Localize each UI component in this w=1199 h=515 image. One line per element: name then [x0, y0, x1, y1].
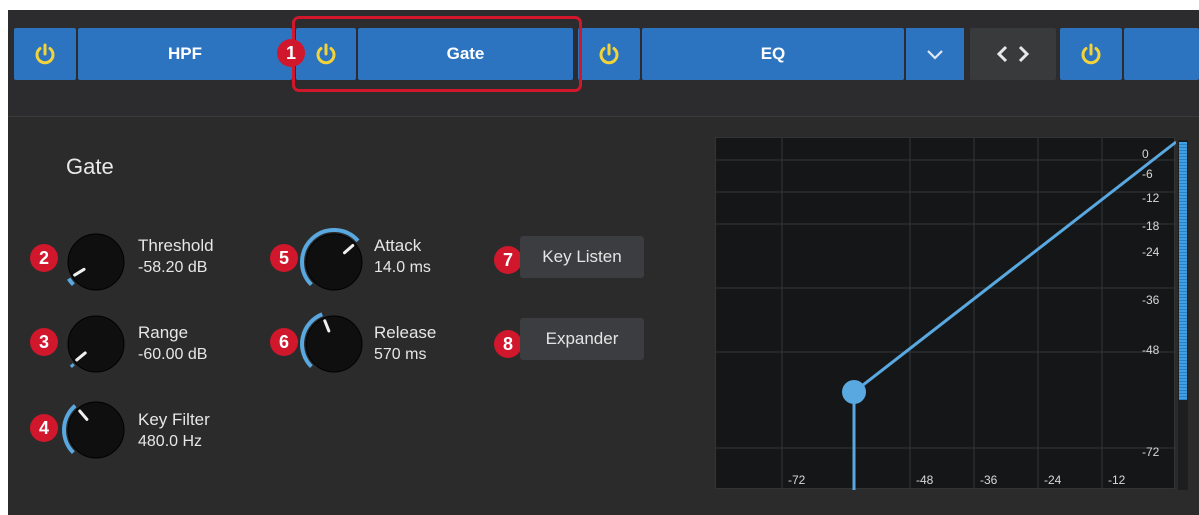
x-tick-label: -24 — [1044, 473, 1062, 487]
expander-button[interactable]: Expander — [520, 318, 644, 360]
gate-tab-highlight — [292, 16, 582, 92]
y-tick-label: -36 — [1142, 293, 1160, 307]
callout-badge: 6 — [270, 328, 298, 356]
x-tick-label: -72 — [788, 473, 806, 487]
callout-badge: 3 — [30, 328, 58, 356]
section-title: Gate — [66, 154, 114, 179]
knob-level-arc — [67, 277, 75, 287]
key-listen-button[interactable]: Key Listen — [520, 236, 644, 278]
x-tick-label: -12 — [1108, 473, 1126, 487]
gate-transfer-graph: 0 -6 -12 -18 -24 -36 -48 -72 -72 -48 -36… — [715, 137, 1177, 490]
knob-graphic — [67, 315, 125, 373]
transfer-curve-svg: 0 -6 -12 -18 -24 -36 -48 -72 -72 -48 -36… — [716, 138, 1177, 490]
chevron-left-right-icon — [996, 45, 1030, 63]
module-tab-row: HPF Gate EQ — [8, 28, 1199, 80]
y-tick-label: -72 — [1142, 445, 1160, 459]
knob-graphic — [300, 312, 363, 373]
y-tick-label: -12 — [1142, 191, 1160, 205]
hpf-power-button[interactable] — [14, 28, 76, 80]
callout-badge: 8 — [494, 330, 522, 358]
eq-dropdown-button[interactable] — [906, 28, 964, 80]
knob-body — [305, 233, 363, 291]
knob-graphic — [300, 228, 363, 291]
power-icon — [1081, 43, 1101, 65]
power-icon — [599, 43, 619, 65]
tab-next-module[interactable] — [1124, 28, 1199, 80]
release-label: Release — [374, 323, 437, 342]
knob-body — [67, 315, 125, 373]
attack-value: 14.0 ms — [374, 259, 431, 276]
key-filter-value: 480.0 Hz — [138, 433, 203, 450]
knob-level-arc — [69, 363, 75, 369]
y-tick-label: -6 — [1142, 167, 1153, 181]
level-meter-fill — [1179, 142, 1187, 400]
knob-graphic — [62, 401, 125, 459]
y-tick-label: -24 — [1142, 245, 1160, 259]
key-filter-label: Key Filter — [138, 410, 210, 429]
release-value: 570 ms — [374, 346, 427, 363]
callout-badge: 7 — [494, 246, 522, 274]
attack-knob[interactable] — [298, 226, 370, 298]
knob-graphic — [67, 233, 125, 291]
power-icon — [35, 43, 55, 65]
callout-badge: 4 — [30, 414, 58, 442]
gate-plugin-panel: HPF Gate EQ 1 Gate 2 Threshold -58.20 dB… — [8, 10, 1199, 515]
callout-badge: 2 — [30, 244, 58, 272]
y-tick-label: 0 — [1142, 147, 1149, 161]
module-toolbar: HPF Gate EQ 1 — [8, 10, 1199, 116]
threshold-handle[interactable] — [842, 380, 866, 404]
divider — [8, 116, 1199, 117]
module-nav-button[interactable] — [970, 28, 1056, 80]
range-knob[interactable] — [60, 308, 132, 380]
x-tick-label: -36 — [980, 473, 998, 487]
tab-hpf[interactable]: HPF — [78, 28, 292, 80]
level-meter — [1178, 140, 1188, 490]
threshold-label: Threshold — [138, 236, 214, 255]
attack-label: Attack — [374, 236, 422, 255]
knob-body — [305, 315, 363, 373]
y-tick-label: -48 — [1142, 343, 1160, 357]
x-tick-label: -48 — [916, 473, 934, 487]
next-module-power-button[interactable] — [1060, 28, 1122, 80]
range-value: -60.00 dB — [138, 346, 208, 363]
knob-body — [67, 401, 125, 459]
callout-badge: 1 — [277, 39, 305, 67]
threshold-value: -58.20 dB — [138, 259, 208, 276]
chevron-down-icon — [927, 50, 943, 60]
tab-eq[interactable]: EQ — [642, 28, 904, 80]
y-tick-label: -18 — [1142, 219, 1160, 233]
eq-power-button[interactable] — [578, 28, 640, 80]
threshold-knob[interactable] — [60, 226, 132, 298]
release-knob[interactable] — [298, 308, 370, 380]
knob-body — [67, 233, 125, 291]
range-label: Range — [138, 323, 189, 342]
callout-badge: 5 — [270, 244, 298, 272]
key-filter-knob[interactable] — [60, 394, 132, 466]
